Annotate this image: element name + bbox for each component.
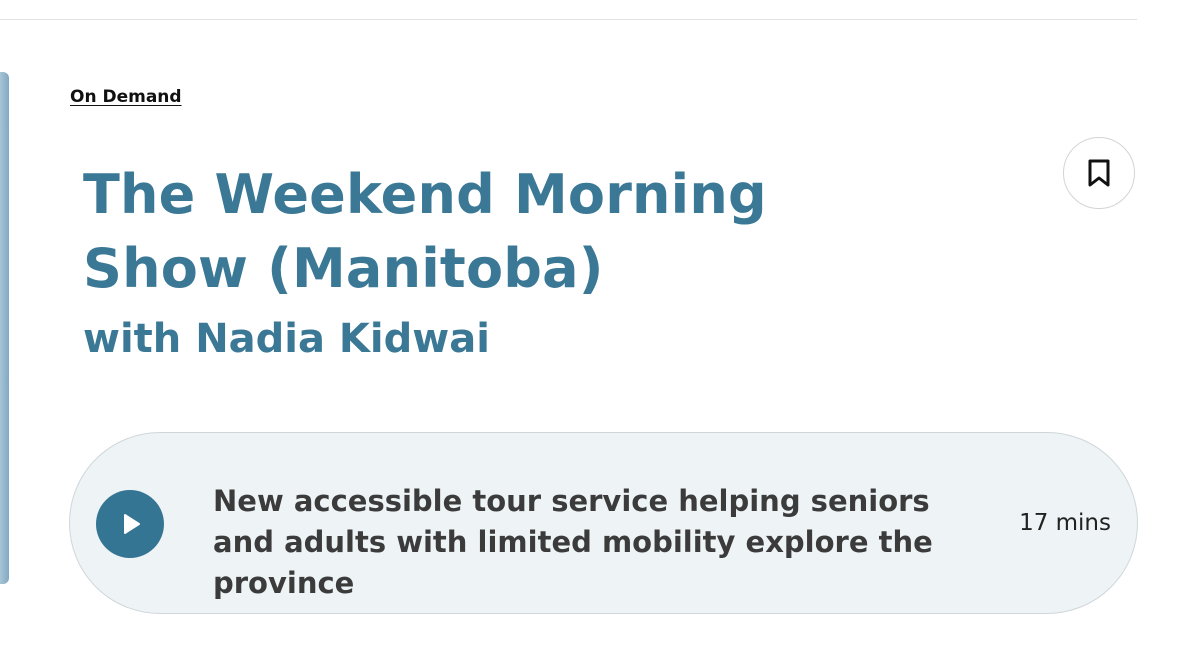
category-link-on-demand[interactable]: On Demand bbox=[70, 87, 182, 107]
top-divider bbox=[0, 19, 1137, 20]
page: On Demand The Weekend Morning Show (Mani… bbox=[0, 0, 1200, 646]
play-icon bbox=[124, 514, 140, 534]
show-host: with Nadia Kidwai bbox=[83, 316, 490, 362]
bookmark-button[interactable] bbox=[1063, 137, 1135, 209]
episode-title: New accessible tour service helping seni… bbox=[213, 484, 933, 600]
show-title: The Weekend Morning Show (Manitoba) bbox=[83, 163, 767, 300]
episode-card[interactable]: New accessible tour service helping seni… bbox=[69, 432, 1138, 614]
episode-duration: 17 mins bbox=[1019, 510, 1111, 536]
left-accent-bar bbox=[0, 72, 9, 584]
play-button[interactable] bbox=[96, 490, 164, 558]
bookmark-icon bbox=[1088, 159, 1110, 187]
